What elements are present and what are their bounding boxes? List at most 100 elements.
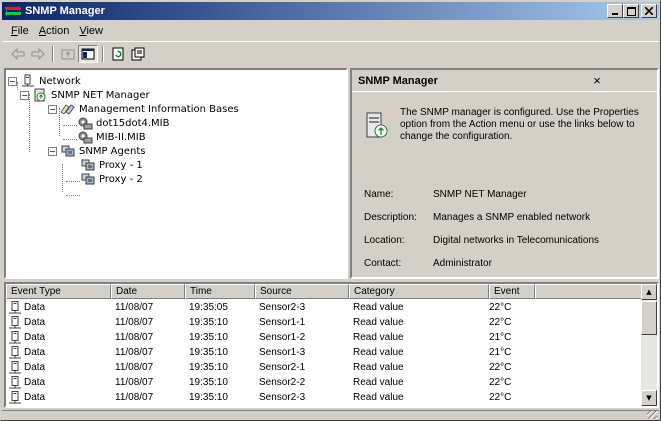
cell-date: 11/08/07 <box>115 377 154 388</box>
cell-category: Read value <box>353 347 404 358</box>
agent-icon <box>80 172 96 186</box>
event-row[interactable]: Data 11/08/07 19:35:10 Sensor2-3 Read value 2… <box>6 390 535 405</box>
events-list[interactable]: Event Type Date Time Source Category Eve… <box>4 282 659 408</box>
cell-date: 11/08/07 <box>115 317 154 328</box>
tree-node-snmp-net-manager[interactable]: − SNMP NET Manager <box>20 88 150 102</box>
cell-event: 22°C <box>489 302 512 313</box>
events-scrollbar[interactable]: ▲ ▼ <box>641 284 657 406</box>
cell-event-type: Data <box>6 375 111 390</box>
cell-text: Data <box>24 362 46 373</box>
scroll-down-button[interactable]: ▼ <box>641 390 657 406</box>
data-event-icon <box>8 346 22 359</box>
column-header-category[interactable]: Category <box>349 284 489 299</box>
tree-node-mib-ii[interactable]: MIB-II.MIB <box>77 130 146 144</box>
cell-source: Sensor2-3 <box>259 392 306 403</box>
tree-node-label: Network <box>39 75 81 87</box>
event-row[interactable]: Data 11/08/07 19:35:10 Sensor2-1 Read value 2… <box>6 360 535 375</box>
tree-node-label: MIB-II.MIB <box>96 131 146 143</box>
data-event-icon <box>8 301 22 314</box>
toolbar-separator-2 <box>102 45 104 62</box>
data-event-icon <box>8 391 22 404</box>
event-row[interactable]: Data 11/08/07 19:35:10 Sensor1-1 Read value 2… <box>6 315 535 330</box>
detail-pane: SNMP Manager × The SNMP manager is confi… <box>350 68 659 279</box>
column-header-blank[interactable] <box>535 284 645 299</box>
title-bar[interactable]: SNMP Manager <box>2 2 659 20</box>
detail-header: SNMP Manager × <box>352 70 657 92</box>
up-folder-icon[interactable] <box>58 45 78 63</box>
tree-node-mib[interactable]: − Management Information Bases <box>48 102 239 116</box>
cell-text: Data <box>24 377 46 388</box>
cell-time: 19:35:10 <box>189 392 228 403</box>
column-header-time[interactable]: Time <box>185 284 255 299</box>
tree-node-snmp-agents[interactable]: − SNMP Agents <box>48 144 145 158</box>
cell-event: 22°C <box>489 377 512 388</box>
property-value: Administrator <box>433 258 492 269</box>
show-hide-console-tree-icon[interactable] <box>78 44 98 63</box>
console-tree[interactable]: − Network − SNMP NET Manager − Managemen… <box>4 68 348 279</box>
status-bar <box>2 410 659 420</box>
data-event-icon <box>8 361 22 374</box>
menu-view[interactable]: View <box>74 25 108 37</box>
cell-event-type: Data <box>6 330 111 345</box>
menu-action-accel: A <box>38 24 47 37</box>
event-row[interactable]: Data 11/08/07 19:35:10 Sensor2-2 Read value 2… <box>6 375 535 390</box>
menu-action-rest: ction <box>46 24 70 37</box>
column-header-event-type[interactable]: Event Type <box>6 284 111 299</box>
property-description: Description: Manages a SNMP enabled netw… <box>364 212 590 223</box>
scroll-up-button[interactable]: ▲ <box>641 284 657 300</box>
column-header-source[interactable]: Source <box>255 284 349 299</box>
cell-date: 11/08/07 <box>115 332 154 343</box>
menu-file-rest: ile <box>17 24 29 37</box>
event-row[interactable]: Data 11/08/07 19:35:10 Sensor1-2 Read value 2… <box>6 330 535 345</box>
cell-source: Sensor1-3 <box>259 347 306 358</box>
forward-arrow-icon[interactable] <box>28 45 48 63</box>
tree-node-label: Proxy - 2 <box>99 173 143 185</box>
event-row[interactable]: Data 11/08/07 19:35:10 Sensor1-3 Read value 2… <box>6 345 535 360</box>
cell-event-type: Data <box>6 390 111 405</box>
cell-date: 11/08/07 <box>115 302 154 313</box>
tree-node-proxy-2[interactable]: Proxy - 2 <box>80 172 143 186</box>
cell-text: Data <box>24 302 46 313</box>
menu-action[interactable]: Action <box>34 25 75 37</box>
cell-text: Data <box>24 392 46 403</box>
tree-node-dot15dot4-mib[interactable]: dot15dot4.MIB <box>77 116 169 130</box>
collapse-toggle[interactable]: − <box>48 146 57 156</box>
scroll-thumb[interactable] <box>641 301 657 335</box>
column-header-date[interactable]: Date <box>111 284 185 299</box>
close-detail-button[interactable]: × <box>589 73 605 88</box>
cell-time: 19:35:10 <box>189 377 228 388</box>
column-header-event[interactable]: Event <box>489 284 535 299</box>
cell-time: 19:35:10 <box>189 362 228 373</box>
back-arrow-icon[interactable] <box>8 45 28 63</box>
mib-file-icon <box>77 130 93 144</box>
close-button[interactable] <box>641 4 657 18</box>
event-row[interactable]: Data 11/08/07 19:35:05 Sensor2-3 Read value 2… <box>6 300 535 315</box>
snmp-manager-window: SNMP Manager File Action View − Network … <box>0 0 661 421</box>
cell-text: Data <box>24 347 46 358</box>
maximize-button[interactable] <box>623 4 639 18</box>
property-label: Contact: <box>364 258 402 269</box>
cell-event: 21°C <box>489 347 512 358</box>
collapse-toggle[interactable]: − <box>20 90 29 100</box>
property-value: Manages a SNMP enabled network <box>433 212 591 223</box>
resize-grip[interactable] <box>647 411 657 419</box>
cell-date: 11/08/07 <box>115 347 154 358</box>
cell-category: Read value <box>353 302 404 313</box>
minimize-button[interactable] <box>607 4 623 18</box>
cell-text: Data <box>24 332 46 343</box>
collapse-toggle[interactable]: − <box>48 104 57 114</box>
property-contact: Contact: Administrator <box>364 258 492 269</box>
properties-icon[interactable] <box>128 45 148 63</box>
tree-node-proxy-1[interactable]: Proxy - 1 <box>80 158 143 172</box>
tree-node-network[interactable]: − Network <box>8 74 81 88</box>
detail-title: SNMP Manager <box>358 74 438 87</box>
collapse-toggle[interactable]: − <box>8 76 17 86</box>
cell-source: Sensor1-1 <box>259 317 306 328</box>
property-name: Name: SNMP NET Manager <box>364 189 527 200</box>
menu-file[interactable]: File <box>6 25 34 37</box>
refresh-icon[interactable] <box>108 45 128 63</box>
tree-node-label: Management Information Bases <box>79 103 239 115</box>
property-value: SNMP NET Manager <box>433 189 527 200</box>
toolbar-separator <box>52 45 54 62</box>
events-header: Event Type Date Time Source Category Eve… <box>6 284 645 299</box>
